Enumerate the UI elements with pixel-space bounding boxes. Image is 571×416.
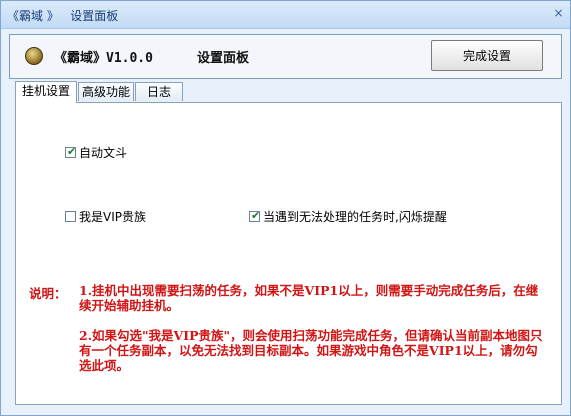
checkbox-label: 我是VIP贵族	[79, 209, 146, 224]
tab-label: 高级功能	[81, 85, 130, 99]
close-icon[interactable]: ×	[551, 6, 566, 21]
checkbox-box[interactable]	[65, 210, 76, 222]
auto-fight-checkbox[interactable]: ✔ 自动文斗	[65, 144, 127, 160]
title-bar[interactable]: 《霸域 》 设置面板 ×	[1, 1, 570, 29]
checkmark-icon: ✔	[251, 208, 261, 222]
checkbox-label: 自动文斗	[79, 145, 128, 160]
notes-label: 说明：	[29, 286, 67, 301]
checkbox-box[interactable]: ✔	[249, 208, 261, 222]
tab-advanced[interactable]: 高级功能	[78, 82, 134, 101]
header-panel: 《霸域》V1.0.0 设置面板 完成设置	[9, 34, 562, 79]
window-title: 《霸域 》 设置面板	[7, 9, 119, 23]
game-logo-icon	[25, 47, 43, 65]
tab-log[interactable]: 日志	[135, 82, 183, 101]
flash-alert-checkbox[interactable]: ✔ 当遇到无法处理的任务时,闪烁提醒	[249, 208, 447, 224]
note-1: 1.挂机中出现需要扫荡的任务，如果不是VIP1以上，则需要手动完成任务后，在继续…	[79, 283, 539, 313]
settings-window: 《霸域 》 设置面板 × 《霸域》V1.0.0 设置面板 完成设置 挂机设置 高…	[0, 0, 571, 416]
vip-checkbox[interactable]: 我是VIP贵族	[65, 208, 146, 224]
panel-title: 设置面板	[197, 51, 250, 66]
checkmark-icon: ✔	[67, 144, 77, 158]
tab-label: 挂机设置	[21, 84, 70, 98]
app-name: 《霸域》V1.0.0	[54, 51, 153, 66]
tab-label: 日志	[146, 85, 171, 99]
finish-settings-button[interactable]: 完成设置	[431, 40, 543, 71]
note-2: 2.如果勾选"我是VIP贵族"，则会使用扫荡功能完成任务，但请确认当前副本地图只…	[79, 328, 543, 373]
checkbox-box[interactable]: ✔	[65, 144, 77, 158]
tab-idle-settings[interactable]: 挂机设置	[15, 81, 77, 103]
checkbox-label: 当遇到无法处理的任务时,闪烁提醒	[263, 209, 447, 224]
